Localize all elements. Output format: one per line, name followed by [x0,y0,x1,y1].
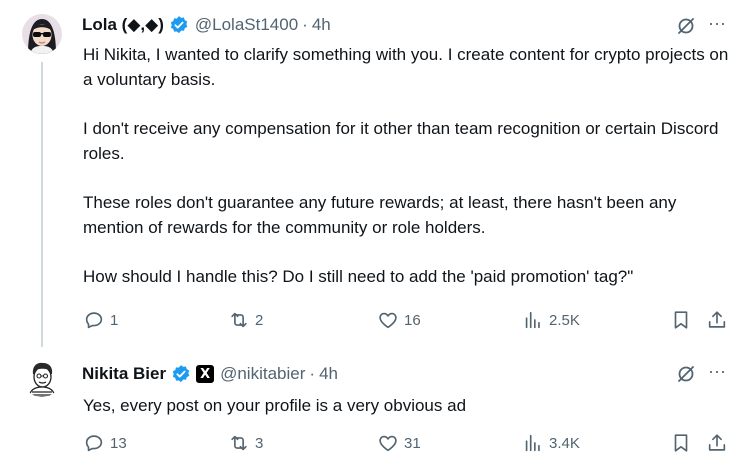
reply-icon [85,312,103,329]
reply-button[interactable]: 1 [83,307,118,333]
tweet-lola[interactable]: Lola (◆,◆) @LolaSt1400 · 4h ··· Hi Nikit… [0,0,748,347]
share-button[interactable] [706,307,728,333]
like-button[interactable]: 16 [377,307,421,333]
tweet-paragraph: Hi Nikita, I wanted to clarify something… [83,45,729,89]
bookmark-button[interactable] [670,430,692,456]
repost-button[interactable]: 2 [228,307,263,333]
x-affiliate-icon[interactable]: X [196,365,215,383]
author-handle[interactable]: @LolaSt1400 [195,15,298,35]
repost-icon [231,312,247,328]
tweet-paragraph: These roles don't guarantee any future r… [83,193,677,237]
avatar-lola[interactable] [22,14,62,54]
bookmark-button[interactable] [670,307,692,333]
reply-count: 1 [110,311,119,329]
timestamp[interactable]: 4h [319,364,338,384]
repost-button[interactable]: 3 [228,430,263,456]
more-options-icon[interactable]: ··· [708,361,726,382]
bookmark-icon [674,311,688,329]
timestamp[interactable]: 4h [312,15,331,35]
repost-count: 3 [255,434,264,452]
separator-dot: · [309,364,316,383]
reply-count: 13 [110,434,127,452]
bookmark-icon [674,434,688,452]
tweet-header: Lola (◆,◆) @LolaSt1400 · 4h [82,13,331,37]
tweet-header: Nikita Bier X @nikitabier · 4h [82,362,338,386]
heart-icon [379,312,397,329]
share-icon [708,434,726,451]
separator-dot: · [302,15,308,34]
views-count: 2.5K [549,311,580,329]
thread-line [41,62,43,347]
tweet-nikita[interactable]: Nikita Bier X @nikitabier · 4h ··· Yes, … [0,345,748,473]
verified-badge-icon [170,16,188,34]
like-count: 16 [404,311,421,329]
like-button[interactable]: 31 [377,430,421,456]
grok-icon[interactable] [676,364,696,384]
action-bar: 13 3 31 3.4K [0,430,748,456]
views-chart-icon [525,311,540,329]
views-chart-icon [525,434,540,452]
repost-count: 2 [255,311,264,329]
share-button[interactable] [706,430,728,456]
author-name[interactable]: Nikita Bier [82,364,166,384]
tweet-text: Hi Nikita, I wanted to clarify something… [83,42,733,313]
reply-button[interactable]: 13 [83,430,127,456]
avatar-nikita[interactable] [22,357,62,397]
grok-icon[interactable] [676,16,696,36]
action-bar: 1 2 16 2.5K [0,307,748,333]
reply-icon [85,435,103,452]
views-button[interactable]: 2.5K [522,307,580,333]
more-options-icon[interactable]: ··· [708,13,726,34]
tweet-paragraph: I don't receive any compensation for it … [83,119,719,163]
tweet-text: Yes, every post on your profile is a ver… [83,396,467,415]
heart-icon [379,435,397,452]
verified-badge-icon [172,365,190,383]
author-name[interactable]: Lola (◆,◆) [82,15,164,35]
share-icon [708,311,726,328]
like-count: 31 [404,434,421,452]
repost-icon [231,435,247,451]
author-handle[interactable]: @nikitabier [220,364,305,384]
tweet-paragraph: How should I handle this? Do I still nee… [83,267,634,286]
views-button[interactable]: 3.4K [522,430,580,456]
views-count: 3.4K [549,434,580,452]
